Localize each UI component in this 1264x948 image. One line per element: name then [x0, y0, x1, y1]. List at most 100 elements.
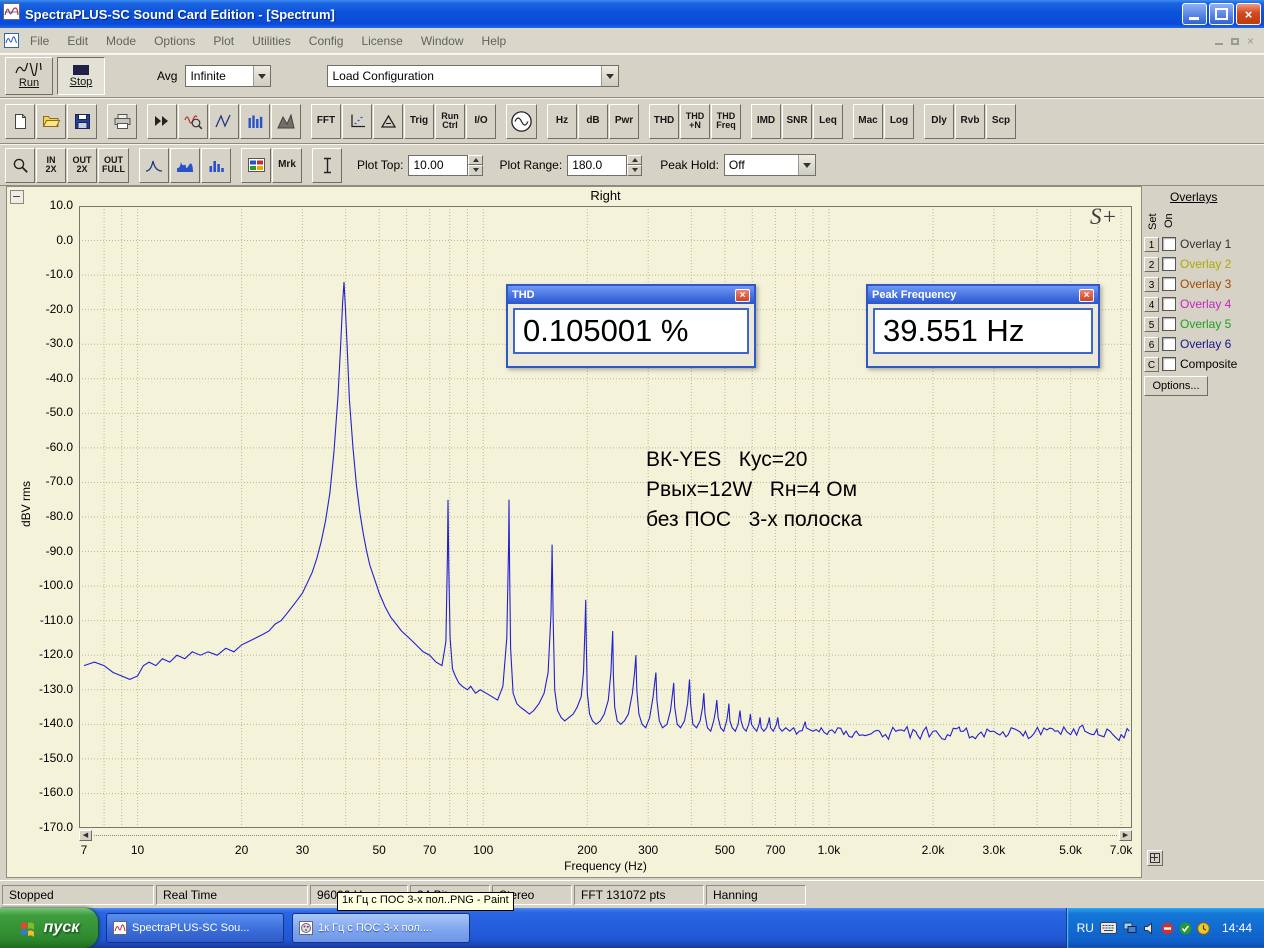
toolbar-button-waveform[interactable]: [209, 104, 239, 139]
toolbar-button-zoom-out-full[interactable]: OUT FULL: [98, 148, 129, 183]
toolbar-button-phase[interactable]: [373, 104, 403, 139]
toolbar-button-run-control[interactable]: Run Ctrl: [435, 104, 465, 139]
tray-volume-icon[interactable]: [1143, 922, 1156, 935]
toolbar-button-leq[interactable]: Leq: [813, 104, 843, 139]
scroll-track[interactable]: [94, 835, 1117, 836]
peak-hold-dropdown-arrow[interactable]: [798, 155, 815, 175]
mdi-close-button[interactable]: ×: [1247, 34, 1254, 48]
scroll-left-arrow[interactable]: ◀: [79, 830, 92, 841]
menu-config[interactable]: Config: [300, 29, 353, 53]
overlay-checkbox-5[interactable]: [1162, 317, 1176, 331]
thd-window-close-button[interactable]: ×: [735, 289, 750, 302]
menu-edit[interactable]: Edit: [58, 29, 97, 53]
toolbar-button-snr[interactable]: SNR: [782, 104, 812, 139]
minimize-button[interactable]: [1182, 3, 1207, 25]
restore-button[interactable]: [1209, 3, 1234, 25]
language-indicator[interactable]: RU: [1077, 921, 1094, 935]
overlay-checkbox-3[interactable]: [1162, 277, 1176, 291]
toolbar-button-zoom[interactable]: [5, 148, 35, 183]
toolbar-button-zoom-in-2x[interactable]: IN 2X: [36, 148, 66, 183]
toolbar-button-new[interactable]: [5, 104, 35, 139]
tray-scheduler-icon[interactable]: [1197, 922, 1210, 935]
toolbar-button-thd-freq[interactable]: THD Freq: [711, 104, 741, 139]
tray-antivirus-icon[interactable]: [1161, 922, 1174, 935]
toolbar-button-surface[interactable]: [271, 104, 301, 139]
toolbar-button-print[interactable]: [107, 104, 137, 139]
toolbar-button-spectrum-bars[interactable]: [201, 148, 231, 183]
overlay-set-button-3[interactable]: 3: [1144, 277, 1159, 292]
toolbar-button-marker[interactable]: Mrk: [272, 148, 302, 183]
mdi-restore-button[interactable]: [1231, 34, 1239, 48]
toolbar-button-db[interactable]: dB: [578, 104, 608, 139]
close-button[interactable]: ×: [1236, 3, 1261, 25]
toolbar-button-scp[interactable]: Scp: [986, 104, 1016, 139]
toolbar-button-signal-generator[interactable]: [506, 104, 537, 139]
toolbar-button-save[interactable]: [67, 104, 97, 139]
toolbar-button-palette[interactable]: [241, 148, 271, 183]
avg-dropdown-arrow[interactable]: [253, 66, 270, 86]
overlay-checkbox-4[interactable]: [1162, 297, 1176, 311]
plot-range-input[interactable]: 180.0: [567, 155, 627, 176]
run-button[interactable]: Run: [5, 57, 53, 95]
stop-button[interactable]: Stop: [57, 57, 105, 95]
menu-options[interactable]: Options: [145, 29, 204, 53]
toolbar-button-hz[interactable]: Hz: [547, 104, 577, 139]
menu-file[interactable]: File: [21, 29, 58, 53]
toolbar-button-scaling[interactable]: [342, 104, 372, 139]
menu-help[interactable]: Help: [473, 29, 516, 53]
overlay-checkbox-2[interactable]: [1162, 257, 1176, 271]
toolbar-button-wave-zoom[interactable]: [178, 104, 208, 139]
toolbar-button-open[interactable]: [36, 104, 66, 139]
start-button[interactable]: пуск: [0, 908, 98, 948]
toolbar-button-zoom-out-2x[interactable]: OUT 2X: [67, 148, 97, 183]
overlay-set-button-1[interactable]: 1: [1144, 237, 1159, 252]
overlay-checkbox-6[interactable]: [1162, 337, 1176, 351]
toolbar-button-cursor[interactable]: [312, 148, 342, 183]
load-configuration-dropdown-arrow[interactable]: [601, 66, 618, 86]
taskbar-task-1[interactable]: SpectraPLUS-SC Sou...: [106, 913, 284, 943]
menu-license[interactable]: License: [352, 29, 411, 53]
expand-button[interactable]: [1147, 850, 1163, 866]
overlay-set-button-5[interactable]: 5: [1144, 317, 1159, 332]
peak-hold-select[interactable]: Off: [724, 154, 816, 176]
toolbar-button-thd-n[interactable]: THD +N: [680, 104, 710, 139]
thd-window-titlebar[interactable]: THD ×: [508, 286, 754, 304]
scroll-right-arrow[interactable]: ▶: [1119, 830, 1132, 841]
toolbar-button-thd[interactable]: THD: [649, 104, 679, 139]
overlay-set-button-4[interactable]: 4: [1144, 297, 1159, 312]
keyboard-icon[interactable]: [1100, 922, 1117, 934]
toolbar-button-fft[interactable]: FFT: [311, 104, 341, 139]
plot-top-down-arrow[interactable]: [468, 165, 483, 176]
toolbar-button-trigger[interactable]: Trig: [404, 104, 434, 139]
mdi-minimize-button[interactable]: [1215, 34, 1223, 48]
toolbar-button-spectrogram[interactable]: [240, 104, 270, 139]
toolbar-button-dly[interactable]: Dly: [924, 104, 954, 139]
plot-top-up-arrow[interactable]: [468, 155, 483, 166]
menu-mode[interactable]: Mode: [97, 29, 145, 53]
overlay-checkbox-C[interactable]: [1162, 357, 1176, 371]
toolbar-button-log[interactable]: Log: [884, 104, 914, 139]
plot-range-up-arrow[interactable]: [627, 155, 642, 166]
toolbar-button-rvb[interactable]: Rvb: [955, 104, 985, 139]
tray-network-icon[interactable]: [1123, 921, 1138, 935]
plot-range-down-arrow[interactable]: [627, 165, 642, 176]
peak-frequency-window-titlebar[interactable]: Peak Frequency ×: [868, 286, 1098, 304]
toolbar-button-imd[interactable]: IMD: [751, 104, 781, 139]
menu-window[interactable]: Window: [412, 29, 473, 53]
menu-plot[interactable]: Plot: [204, 29, 243, 53]
overlay-set-button-6[interactable]: 6: [1144, 337, 1159, 352]
overlays-options-button[interactable]: Options...: [1144, 376, 1208, 396]
menu-utilities[interactable]: Utilities: [243, 29, 300, 53]
taskbar-clock[interactable]: 14:44: [1222, 921, 1252, 935]
toolbar-button-spectrum-fill[interactable]: [170, 148, 200, 183]
taskbar-task-2[interactable]: 1к Гц с ПОС 3-х пол....: [292, 913, 470, 943]
avg-select[interactable]: Infinite: [185, 65, 271, 87]
plot-top-input[interactable]: 10.00: [408, 155, 468, 176]
toolbar-button-peak-curve[interactable]: [139, 148, 169, 183]
toolbar-button-io[interactable]: I/O: [466, 104, 496, 139]
tray-status-icon[interactable]: [1179, 922, 1192, 935]
load-configuration-select[interactable]: Load Configuration: [327, 65, 619, 87]
plot-h-scrollbar[interactable]: ◀ ▶: [79, 829, 1132, 841]
overlay-checkbox-1[interactable]: [1162, 237, 1176, 251]
toolbar-button-fast-forward[interactable]: [147, 104, 177, 139]
